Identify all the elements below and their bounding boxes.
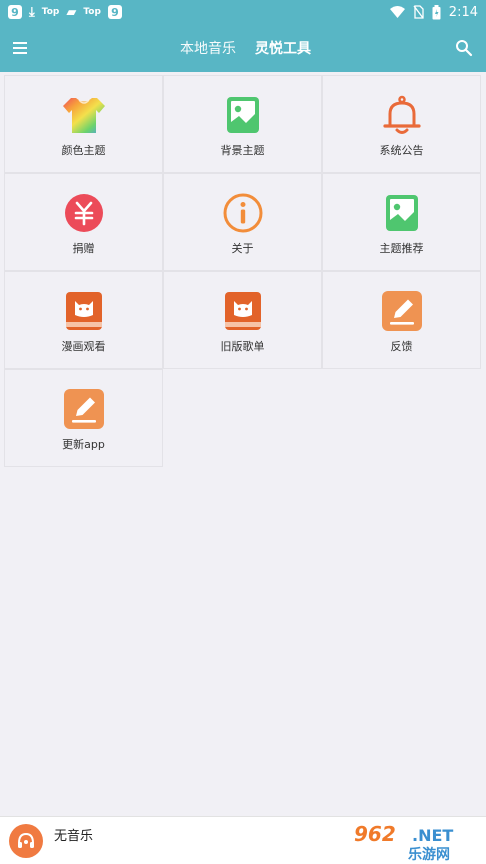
- tool-old-playlist[interactable]: 旧版歌单: [163, 271, 322, 369]
- watermark-logo: 962 .NET 乐游网: [348, 819, 482, 863]
- svg-text:962: 962: [354, 822, 396, 846]
- tool-update-app[interactable]: 更新app: [4, 369, 163, 467]
- wifi-icon: [389, 6, 405, 18]
- music-avatar-icon[interactable]: [9, 824, 43, 858]
- tool-label: 更新app: [62, 438, 105, 451]
- tab-local-music[interactable]: 本地音乐: [180, 38, 236, 58]
- shopping-bag-icon: ▰: [66, 4, 77, 20]
- tool-label: 漫画观看: [61, 340, 106, 353]
- no-sim-icon: [413, 5, 424, 19]
- yen-icon: [63, 192, 105, 234]
- bell-icon: [381, 94, 423, 136]
- tool-feedback[interactable]: 反馈: [322, 271, 481, 369]
- top-icon: Top: [41, 7, 60, 17]
- svg-text:乐游网: 乐游网: [408, 846, 450, 863]
- status-left-icons: 9 ⤓ Top ▰ Top 9: [8, 5, 122, 20]
- menu-icon[interactable]: [12, 40, 30, 56]
- download-icon: ⤓: [29, 4, 35, 20]
- tool-comic[interactable]: 漫画观看: [4, 271, 163, 369]
- mini-player[interactable]: 无音乐 962 .NET 乐游网: [0, 816, 486, 864]
- top-icon-2: Top: [83, 7, 101, 17]
- edit-icon: [63, 388, 105, 430]
- tool-donate[interactable]: 捐赠: [4, 173, 163, 271]
- tool-label: 背景主题: [220, 144, 265, 157]
- tool-about[interactable]: 关于: [163, 173, 322, 271]
- info-icon: [222, 192, 264, 234]
- tool-label: 关于: [231, 242, 254, 255]
- image-icon: [222, 94, 264, 136]
- tool-label: 主题推荐: [379, 242, 424, 255]
- tool-background-theme[interactable]: 背景主题: [163, 75, 322, 173]
- tool-label: 颜色主题: [61, 144, 106, 157]
- app-9-icon-2: 9: [107, 5, 122, 19]
- now-playing-title: 无音乐: [54, 829, 94, 844]
- edit-icon: [381, 290, 423, 332]
- battery-icon: [432, 4, 441, 19]
- cat-book-icon: [63, 290, 105, 332]
- search-icon[interactable]: [454, 38, 474, 58]
- tool-theme-recommend[interactable]: 主题推荐: [322, 173, 481, 271]
- tool-label: 反馈: [390, 340, 413, 353]
- status-bar: 9 ⤓ Top ▰ Top 9 2:14: [0, 0, 486, 24]
- cat-book-icon: [222, 290, 264, 332]
- rainbow-shirt-icon: [62, 94, 105, 136]
- tool-label: 旧版歌单: [220, 340, 265, 353]
- tool-color-theme[interactable]: 颜色主题: [4, 75, 163, 173]
- tool-system-notice[interactable]: 系统公告: [322, 75, 481, 173]
- app-9-icon: 9: [8, 5, 22, 19]
- tab-tools[interactable]: 灵悦工具: [255, 38, 311, 58]
- svg-text:.NET: .NET: [412, 826, 453, 845]
- image-icon: [381, 192, 423, 234]
- app-bar: 本地音乐 灵悦工具: [0, 24, 486, 72]
- clock: 2:14: [448, 4, 478, 20]
- tool-label: 捐赠: [72, 242, 95, 255]
- status-right-icons: 2:14: [389, 4, 478, 20]
- tool-label: 系统公告: [379, 144, 424, 157]
